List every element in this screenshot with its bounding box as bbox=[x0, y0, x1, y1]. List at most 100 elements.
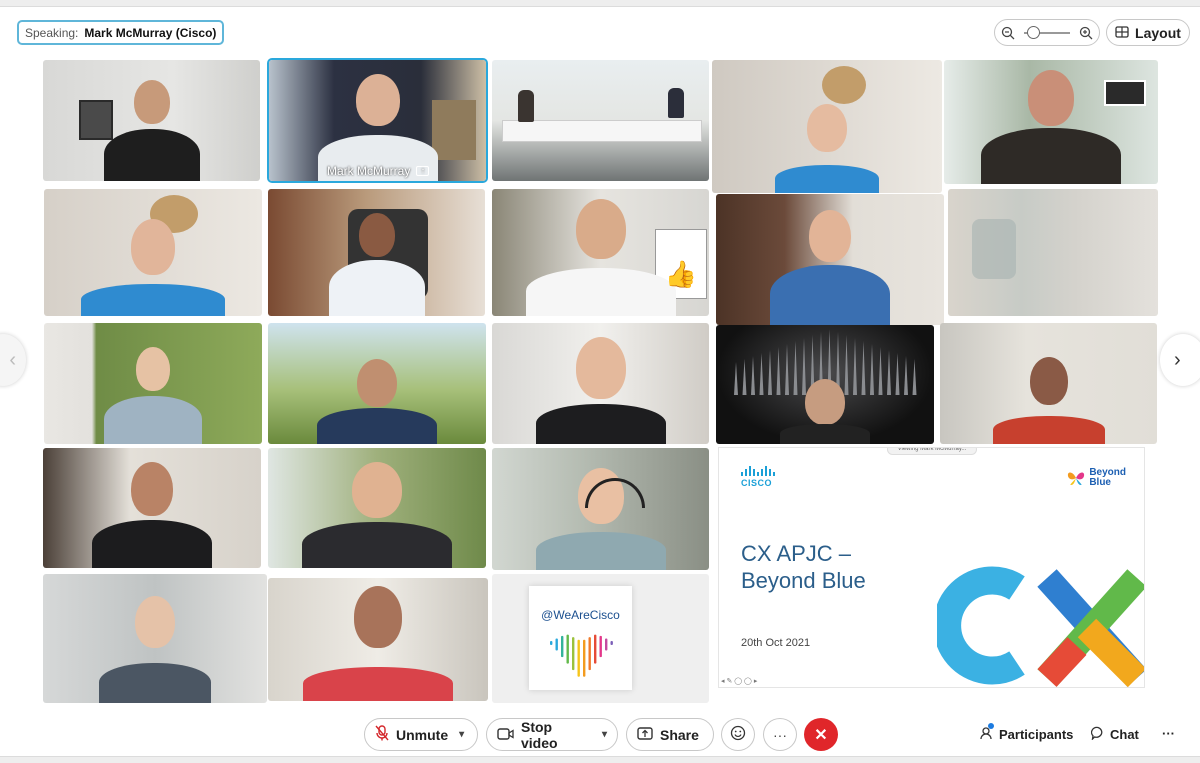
participant-tile[interactable] bbox=[43, 448, 261, 568]
participant-body bbox=[780, 424, 870, 444]
window-screen bbox=[1104, 80, 1146, 106]
microphone-muted-icon bbox=[375, 725, 389, 744]
reactions-button[interactable] bbox=[721, 718, 755, 751]
participant-body bbox=[535, 404, 666, 444]
participant-video bbox=[354, 586, 402, 648]
video-grid: Mark McMurray ↑ 👍 Viewing Mark McMurray.… bbox=[0, 7, 1200, 758]
chevron-down-icon[interactable]: ▾ bbox=[602, 729, 607, 740]
chat-label: Chat bbox=[1110, 727, 1139, 742]
participant-video bbox=[575, 199, 626, 259]
participant-tile[interactable] bbox=[716, 325, 934, 444]
participant-tile[interactable] bbox=[940, 323, 1157, 444]
participants-label: Participants bbox=[999, 727, 1074, 742]
slide-date: 20th Oct 2021 bbox=[741, 637, 811, 649]
participant-tile-blurred[interactable] bbox=[948, 189, 1158, 316]
participant-body bbox=[303, 667, 453, 701]
participant-tile[interactable] bbox=[268, 189, 485, 316]
sharing-icon: ↑ bbox=[416, 165, 430, 176]
participant-video bbox=[131, 462, 173, 516]
chevron-right-icon: › bbox=[1174, 348, 1181, 371]
cisco-wordmark: CISCO bbox=[741, 478, 773, 488]
previous-page-button[interactable]: ‹ bbox=[0, 334, 26, 386]
next-page-button[interactable]: › bbox=[1160, 334, 1200, 386]
participant-tile[interactable] bbox=[44, 189, 262, 316]
participant-video bbox=[136, 347, 170, 391]
participant-body bbox=[535, 532, 666, 570]
participant-body bbox=[770, 265, 890, 325]
unmute-button[interactable]: Unmute ▾ bbox=[364, 718, 478, 751]
participant-video bbox=[518, 90, 534, 122]
meeting-window: Speaking: Mark McMurray (Cisco) Layout M… bbox=[0, 6, 1200, 757]
bookshelf bbox=[432, 100, 476, 160]
close-icon: ✕ bbox=[814, 726, 828, 744]
conference-table bbox=[502, 120, 702, 142]
beyond-blue-line2: Blue bbox=[1089, 477, 1111, 488]
participant-tile[interactable] bbox=[944, 60, 1158, 184]
participant-name: Mark McMurray bbox=[327, 163, 411, 178]
cisco-logo-bars bbox=[741, 466, 781, 476]
participant-video bbox=[358, 213, 395, 257]
participant-tile-active[interactable]: Mark McMurray ↑ bbox=[269, 60, 486, 181]
share-screen-icon bbox=[637, 726, 653, 743]
participant-video bbox=[809, 210, 851, 262]
participant-tile[interactable] bbox=[492, 323, 709, 444]
participants-icon bbox=[980, 723, 994, 743]
participant-body bbox=[92, 520, 212, 568]
participant-body bbox=[992, 416, 1105, 444]
unmute-label: Unmute bbox=[396, 726, 449, 743]
participant-tile[interactable] bbox=[43, 574, 267, 703]
participant-tile[interactable]: 👍 bbox=[492, 189, 709, 316]
wearecisco-sticker: @WeAreCisco bbox=[529, 586, 632, 690]
slide-title-line2: Beyond Blue bbox=[741, 568, 866, 593]
participant-video bbox=[135, 596, 175, 648]
chat-button[interactable]: Chat bbox=[1090, 726, 1139, 743]
participant-tile[interactable] bbox=[268, 448, 486, 568]
butterfly-icon bbox=[1068, 472, 1085, 485]
participant-body bbox=[99, 663, 211, 703]
chevron-down-icon[interactable]: ▾ bbox=[459, 729, 464, 740]
participant-video bbox=[668, 88, 684, 118]
participant-tile[interactable] bbox=[492, 448, 709, 570]
share-button[interactable]: Share bbox=[626, 718, 714, 751]
participant-video bbox=[131, 219, 175, 275]
more-options-button[interactable]: ··· bbox=[763, 718, 797, 751]
ellipsis-icon: ··· bbox=[1162, 726, 1175, 741]
participant-nametag: Mark McMurray ↑ bbox=[327, 162, 430, 179]
share-label: Share bbox=[660, 726, 699, 743]
participants-button[interactable]: Participants bbox=[980, 723, 1074, 743]
slide-title-line1: CX APJC – bbox=[741, 541, 852, 566]
blurred-object bbox=[972, 219, 1016, 279]
participant-tile[interactable] bbox=[492, 60, 709, 181]
participant-body bbox=[775, 165, 879, 193]
stop-video-label: Stop video bbox=[521, 718, 558, 751]
shared-content-slide[interactable]: Viewing Mark McMurray... CISCO Beyond Bl… bbox=[718, 447, 1145, 688]
participant-tile[interactable] bbox=[712, 60, 942, 193]
end-call-button[interactable]: ✕ bbox=[804, 718, 838, 751]
participant-video bbox=[352, 462, 402, 518]
participant-body bbox=[317, 408, 437, 444]
participant-body bbox=[328, 260, 425, 316]
participant-tile[interactable] bbox=[268, 578, 488, 701]
wall-frame bbox=[79, 100, 113, 140]
participant-video bbox=[575, 337, 626, 399]
overflow-menu-button[interactable]: ··· bbox=[1162, 726, 1175, 741]
participant-tile[interactable] bbox=[44, 323, 262, 444]
wall-art bbox=[822, 66, 866, 104]
participant-tile[interactable] bbox=[268, 323, 486, 444]
participant-video bbox=[357, 359, 397, 407]
participant-video bbox=[1028, 70, 1074, 126]
thumbs-up-reaction-icon: 👍 bbox=[664, 259, 697, 289]
participant-tile[interactable] bbox=[43, 60, 260, 181]
stop-video-button[interactable]: Stop video ▾ bbox=[486, 718, 618, 751]
participant-video bbox=[805, 379, 845, 425]
cx-graphic bbox=[937, 566, 1144, 687]
slide-controls-icon[interactable]: ◂ ✎ ◯ ◯ ▸ bbox=[721, 677, 757, 685]
participant-body bbox=[302, 522, 452, 568]
ellipsis-icon: ··· bbox=[773, 726, 787, 743]
participant-video bbox=[133, 80, 170, 124]
heart-icon bbox=[550, 634, 613, 677]
participant-tile[interactable] bbox=[716, 194, 944, 325]
participant-video bbox=[355, 74, 400, 126]
participant-body bbox=[104, 396, 202, 444]
slide-title: CX APJC – Beyond Blue bbox=[741, 540, 866, 594]
